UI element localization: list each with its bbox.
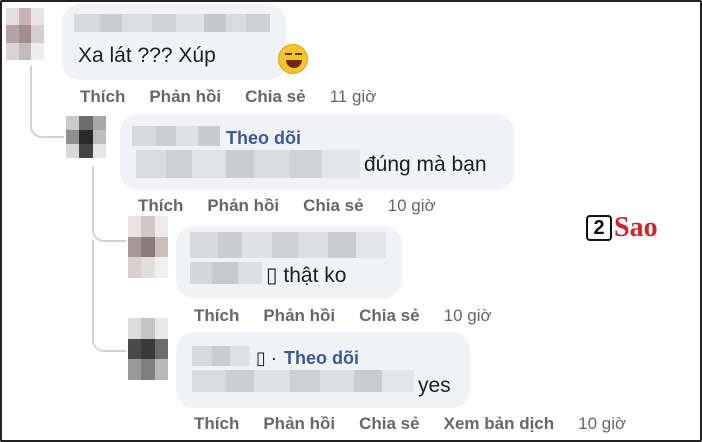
logo-brand: Sao — [614, 212, 658, 243]
comment-actions: Thích Phản hồi Chia sẻ 11 giờ — [80, 87, 376, 107]
comment-text: Xa lát ??? Xúp — [78, 44, 216, 67]
2sao-logo: 2 Sao — [586, 212, 658, 244]
comment-text: đúng mà bạn — [364, 153, 487, 176]
avatar[interactable] — [6, 8, 44, 60]
redacted-username — [192, 346, 250, 366]
reply-button[interactable]: Phản hồi — [149, 87, 221, 107]
like-button[interactable]: Thích — [138, 196, 183, 216]
timestamp[interactable]: 11 giờ — [330, 87, 377, 107]
redacted-text — [192, 370, 414, 392]
follow-link[interactable]: Theo dõi — [284, 348, 359, 369]
timestamp[interactable]: 10 giờ — [444, 306, 492, 326]
timestamp[interactable]: 10 giờ — [388, 196, 436, 216]
share-button[interactable]: Chia sẻ — [303, 196, 363, 216]
share-button[interactable]: Chia sẻ — [245, 87, 305, 107]
timestamp[interactable]: 10 giờ — [578, 414, 626, 434]
avatar[interactable] — [128, 318, 168, 380]
redacted-username — [132, 126, 220, 146]
like-button[interactable]: Thích — [194, 306, 239, 326]
translate-button[interactable]: Xem bản dịch — [444, 414, 555, 434]
reply-button[interactable]: Phản hồi — [207, 196, 279, 216]
redacted-username — [74, 14, 270, 32]
redacted-text — [190, 262, 262, 284]
redacted-text — [136, 150, 360, 178]
reply-button[interactable]: Phản hồi — [263, 306, 335, 326]
laughing-emoji-icon — [278, 44, 308, 74]
logo-number: 2 — [586, 215, 612, 241]
avatar[interactable] — [128, 216, 168, 278]
like-button[interactable]: Thích — [194, 414, 239, 434]
reply-button[interactable]: Phản hồi — [263, 414, 335, 434]
thread-connector — [30, 66, 64, 138]
follow-link[interactable]: Theo dõi — [226, 128, 301, 149]
comment-text: yes — [418, 374, 451, 397]
redacted-username — [190, 232, 386, 258]
follow-prefix: ▯ · — [256, 348, 277, 368]
comment-actions: Thích Phản hồi Chia sẻ 10 giờ — [194, 306, 492, 326]
share-button[interactable]: Chia sẻ — [359, 306, 419, 326]
comment-text: ▯ thật ko — [266, 264, 347, 287]
thread-connector — [92, 240, 126, 352]
share-button[interactable]: Chia sẻ — [359, 414, 419, 434]
comment-actions: Thích Phản hồi Chia sẻ Xem bản dịch 10 g… — [194, 414, 626, 434]
avatar[interactable] — [66, 116, 106, 158]
comment-actions: Thích Phản hồi Chia sẻ 10 giờ — [138, 196, 436, 216]
like-button[interactable]: Thích — [80, 87, 125, 107]
